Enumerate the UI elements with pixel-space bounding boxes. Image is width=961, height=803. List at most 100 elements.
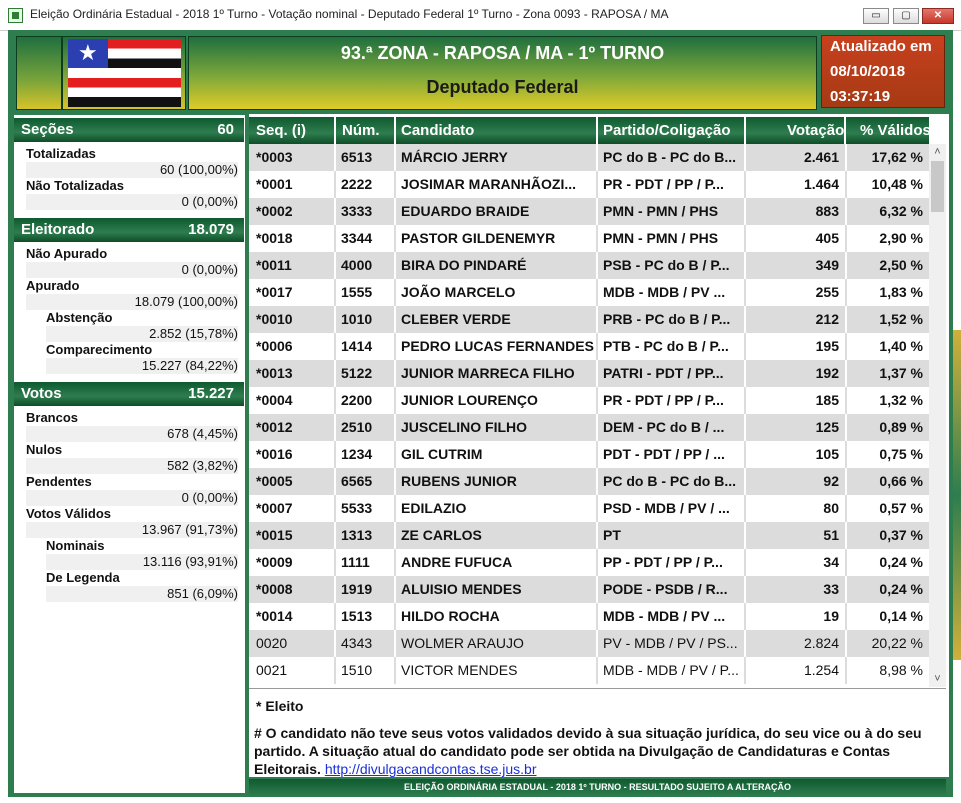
col-candidato-header[interactable]: Candidato: [401, 122, 474, 139]
cell-votes: 1.254: [803, 662, 839, 678]
column-divider[interactable]: [334, 117, 336, 144]
table-row[interactable]: *0006 1414 PEDRO LUCAS FERNANDES PTB - PC d…: [249, 333, 929, 360]
cell-num: 1510: [341, 662, 373, 678]
table-row[interactable]: *0009 1111 ANDRE FUFUCA PP - PDT / PP / P..…: [249, 549, 929, 576]
column-divider[interactable]: [744, 117, 746, 144]
cell-candidate: EDILAZIO: [401, 500, 467, 516]
col-num-header[interactable]: Núm.: [342, 122, 380, 139]
cell-candidate: CLEBER VERDE: [401, 311, 511, 327]
column-divider[interactable]: [394, 117, 396, 144]
cell-divider: [334, 549, 336, 576]
table-row[interactable]: *0010 1010 CLEBER VERDE PRB - PC do B / P..…: [249, 306, 929, 333]
table-row[interactable]: *0001 2222 JOSIMAR MARANHÃOZI... PR - PDT /…: [249, 171, 929, 198]
col-seq-header[interactable]: Seq. (i): [256, 122, 306, 139]
cell-divider: [334, 414, 336, 441]
star-icon: ★: [78, 40, 98, 65]
cell-party: PATRI - PDT / PP...: [603, 365, 724, 381]
de-legenda-value: 851 (6,09%): [46, 586, 238, 602]
cell-divider: [334, 576, 336, 603]
cell-divider: [744, 603, 746, 630]
cell-divider: [845, 387, 847, 414]
table-row[interactable]: *0003 6513 MÁRCIO JERRY PC do B - PC do B..…: [249, 144, 929, 171]
cell-divider: [845, 225, 847, 252]
cell-candidate: JUSCELINO FILHO: [401, 419, 528, 435]
table-row[interactable]: *0008 1919 ALUISIO MENDES PODE - PSDB / R..…: [249, 576, 929, 603]
cell-candidate: RUBENS JUNIOR: [401, 473, 517, 489]
cell-num: 5122: [341, 365, 373, 381]
cell-divider: [596, 198, 598, 225]
brancos-label: Brancos: [26, 410, 79, 425]
cell-num: 1010: [341, 311, 373, 327]
cell-party: PT: [603, 527, 621, 543]
cell-divider: [596, 414, 598, 441]
col-validos-header[interactable]: % Válidos: [860, 122, 931, 139]
table-row[interactable]: 0021 1510 VICTOR MENDES MDB - MDB / PV / P.…: [249, 657, 929, 684]
cell-party: MDB - MDB / PV ...: [603, 608, 726, 624]
cell-pct: 0,24 %: [879, 554, 923, 570]
col-partido-header[interactable]: Partido/Coligação: [603, 122, 731, 139]
cell-divider: [744, 495, 746, 522]
cell-pct: 2,50 %: [879, 257, 923, 273]
table-row[interactable]: *0011 4000 BIRA DO PINDARÉ PSB - PC do B / …: [249, 252, 929, 279]
cell-divider: [334, 279, 336, 306]
votos-label: Votos: [21, 385, 62, 402]
cell-divider: [596, 306, 598, 333]
column-divider[interactable]: [596, 117, 598, 144]
scrollbar-thumb[interactable]: [931, 161, 944, 212]
header-left-box: [16, 36, 62, 110]
close-button[interactable]: ✕: [922, 8, 954, 24]
cell-divider: [334, 630, 336, 657]
secoes-value: 60: [217, 121, 234, 138]
cell-party: PMN - PMN / PHS: [603, 203, 719, 219]
cell-votes: 1.464: [803, 176, 839, 192]
table-row[interactable]: *0007 5533 EDILAZIO PSD - MDB / PV / ... 80 0…: [249, 495, 929, 522]
maximize-button[interactable]: ▢: [893, 8, 919, 24]
cell-divider: [334, 468, 336, 495]
cell-candidate: HILDO ROCHA: [401, 608, 500, 624]
cell-votes: 2.461: [803, 149, 839, 165]
table-row[interactable]: *0005 6565 RUBENS JUNIOR PC do B - PC do B.…: [249, 468, 929, 495]
cell-divider: [334, 198, 336, 225]
cell-divider: [845, 252, 847, 279]
table-row[interactable]: *0014 1513 HILDO ROCHA MDB - MDB / PV ... 19…: [249, 603, 929, 630]
col-votacao-header[interactable]: Votação: [787, 122, 844, 139]
table-row[interactable]: *0002 3333 EDUARDO BRAIDE PMN - PMN / PHS 88…: [249, 198, 929, 225]
cell-divider: [394, 360, 396, 387]
divulgacand-link[interactable]: http://divulgacandcontas.tse.jus.br: [325, 761, 537, 777]
cell-votes: 192: [815, 365, 839, 381]
table-row[interactable]: *0018 3344 PASTOR GILDENEMYR PMN - PMN / PH…: [249, 225, 929, 252]
vertical-scrollbar[interactable]: [929, 144, 946, 687]
scroll-down-icon[interactable]: ˅: [929, 673, 946, 687]
table-row[interactable]: *0016 1234 GIL CUTRIM PDT - PDT / PP / ... 1…: [249, 441, 929, 468]
column-divider[interactable]: [844, 117, 846, 144]
cell-divider: [334, 144, 336, 171]
cell-divider: [394, 549, 396, 576]
nao-totalizadas-value: 0 (0,00%): [26, 194, 238, 210]
cell-divider: [744, 252, 746, 279]
title-bar[interactable]: Eleição Ordinária Estadual - 2018 1º Tur…: [0, 0, 961, 31]
status-footer: ELEIÇÃO ORDINÁRIA ESTADUAL - 2018 1º TUR…: [249, 779, 946, 796]
cell-pct: 10,48 %: [871, 176, 923, 192]
cell-votes: 212: [815, 311, 839, 327]
cell-pct: 0,57 %: [879, 500, 923, 516]
cell-candidate: ALUISIO MENDES: [401, 581, 522, 597]
cell-num: 4343: [341, 635, 373, 651]
table-row[interactable]: *0012 2510 JUSCELINO FILHO DEM - PC do B / …: [249, 414, 929, 441]
table-row[interactable]: *0017 1555 JOÃO MARCELO MDB - MDB / PV ... 2…: [249, 279, 929, 306]
table-row[interactable]: *0004 2200 JUNIOR LOURENÇO PR - PDT / PP / …: [249, 387, 929, 414]
cell-divider: [394, 144, 396, 171]
cell-num: 4000: [341, 257, 373, 273]
cell-divider: [744, 171, 746, 198]
cell-divider: [334, 306, 336, 333]
cell-seq: *0017: [256, 284, 293, 300]
minimize-button[interactable]: ▭: [863, 8, 889, 24]
cell-pct: 0,66 %: [879, 473, 923, 489]
scroll-up-icon[interactable]: ˄: [929, 146, 946, 160]
results-table-body[interactable]: *0003 6513 MÁRCIO JERRY PC do B - PC do B..…: [249, 144, 929, 687]
table-row[interactable]: *0013 5122 JUNIOR MARRECA FILHO PATRI - PDT…: [249, 360, 929, 387]
cell-seq: *0004: [256, 392, 293, 408]
cell-divider: [845, 306, 847, 333]
table-row[interactable]: 0020 4343 WOLMER ARAUJO PV - MDB / PV / PS.…: [249, 630, 929, 657]
table-row[interactable]: *0015 1313 ZE CARLOS PT 51 0,37 %: [249, 522, 929, 549]
cell-divider: [596, 549, 598, 576]
